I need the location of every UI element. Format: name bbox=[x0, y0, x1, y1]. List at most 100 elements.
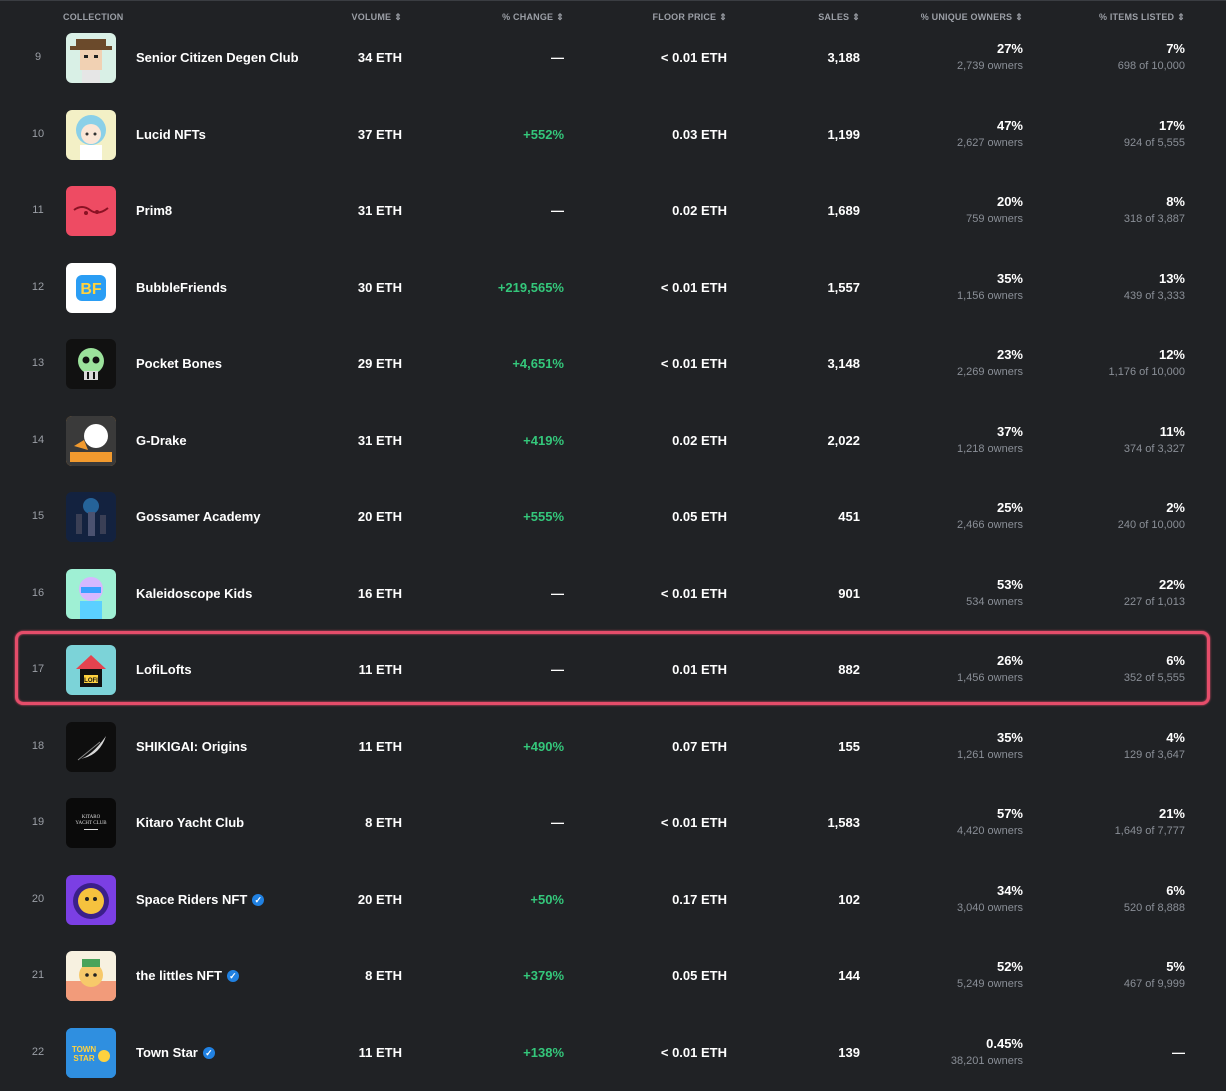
collection-name-text: Pocket Bones bbox=[136, 356, 222, 371]
collection-name[interactable]: Prim8 bbox=[136, 203, 172, 218]
table-row[interactable]: 15 Gossamer Academy 20 ETH +555% 0.05 ET… bbox=[0, 479, 1226, 555]
table-row[interactable]: 13 Pocket Bones 29 ETH +4,651% < 0.01 ET… bbox=[0, 326, 1226, 402]
change-value: +555% bbox=[523, 509, 564, 524]
items-listed-pct: 12% bbox=[1158, 347, 1185, 362]
collection-name[interactable]: Kitaro Yacht Club bbox=[136, 815, 244, 830]
items-listed-pct: 7% bbox=[1166, 41, 1185, 56]
sales-value: 144 bbox=[838, 968, 860, 983]
items-listed-pct: 6% bbox=[1166, 882, 1185, 898]
unique-owners-count: 2,739 owners bbox=[956, 60, 1023, 72]
change-value: +490% bbox=[523, 738, 564, 754]
old-cowboy-avatar[interactable] bbox=[66, 33, 116, 83]
unique-owners-pct: 35% bbox=[996, 270, 1023, 286]
littles-avatar[interactable] bbox=[66, 951, 116, 1001]
table-row[interactable]: 10 Lucid NFTs 37 ETH +552% 0.03 ETH 1,19… bbox=[0, 97, 1226, 173]
feather-icon[interactable] bbox=[66, 721, 116, 772]
items-listed-pct: 4% bbox=[1166, 729, 1185, 745]
unique-owners-count: 2,269 owners bbox=[956, 366, 1023, 378]
unique-owners-count: 38,201 owners bbox=[950, 1054, 1023, 1067]
collection-name[interactable]: the littles NFT ✓ bbox=[136, 968, 239, 983]
change-value: — bbox=[551, 815, 564, 830]
unique-owners-pct: 34% bbox=[996, 882, 1023, 898]
table-row[interactable]: 16 Kaleidoscope Kids 16 ETH — < 0.01 ETH… bbox=[0, 556, 1226, 632]
floor-price-value: < 0.01 ETH bbox=[660, 1044, 727, 1060]
collection-name[interactable]: Space Riders NFT ✓ bbox=[136, 892, 265, 907]
unique-owners-pct: 23% bbox=[996, 347, 1023, 362]
prim8-logo[interactable] bbox=[66, 186, 116, 236]
verified-badge-icon: ✓ bbox=[252, 893, 265, 906]
floor-price-value: 0.17 ETH bbox=[672, 891, 727, 907]
sales-value: 1,689 bbox=[827, 203, 860, 218]
volume-value: 20 ETH bbox=[357, 891, 402, 907]
collection-name[interactable]: Town Star ✓ bbox=[136, 1045, 215, 1060]
items-listed-of: 439 of 3,333 bbox=[1123, 289, 1185, 302]
floor-price-value: 0.02 ETH bbox=[672, 432, 727, 448]
collection-name[interactable]: Senior Citizen Degen Club bbox=[136, 50, 299, 65]
unique-owners-count: 759 owners bbox=[966, 213, 1023, 225]
table-row[interactable]: 11 Prim8 31 ETH — 0.02 ETH 1,689 20% 759… bbox=[0, 173, 1226, 249]
town-star-logo[interactable]: TOWN STAR bbox=[66, 1027, 116, 1078]
table-row[interactable]: 21 the littles NFT ✓ 8 ETH +379% 0.05 ETH… bbox=[0, 938, 1226, 1014]
volume-value: 11 ETH bbox=[358, 1044, 402, 1060]
floor-price-value: < 0.01 ETH bbox=[660, 585, 727, 601]
collection-name[interactable]: Kaleidoscope Kids bbox=[136, 586, 252, 601]
table-row[interactable]: 19 KITARO YACHT CLUB Kitaro Yacht Club 8 … bbox=[0, 785, 1226, 861]
kitaro-logo[interactable]: KITARO YACHT CLUB bbox=[66, 798, 116, 848]
items-listed-of: 129 of 3,647 bbox=[1123, 748, 1185, 761]
sales-value: 155 bbox=[838, 738, 860, 754]
volume-value: 16 ETH bbox=[357, 585, 402, 601]
anime-avatar[interactable] bbox=[66, 109, 116, 160]
table-row[interactable]: 22 TOWN STAR Town Star ✓ 11 ETH +138% < 0.… bbox=[0, 1015, 1226, 1091]
change-value: — bbox=[551, 203, 564, 218]
sales-value: 1,583 bbox=[827, 815, 860, 830]
kid-avatar[interactable] bbox=[66, 568, 116, 619]
items-listed-pct: — bbox=[1172, 1044, 1185, 1060]
table-row[interactable]: 9 Senior Citizen Degen Club 34 ETH — < 0… bbox=[0, 20, 1226, 96]
table-row[interactable]: 20 Space Riders NFT ✓ 20 ETH +50% 0.17 ET… bbox=[0, 862, 1226, 938]
floor-price-value: 0.03 ETH bbox=[672, 126, 727, 142]
table-row[interactable]: 14 G-Drake 31 ETH +419% 0.02 ETH 2,022 3… bbox=[0, 403, 1226, 479]
collection-name-text: Senior Citizen Degen Club bbox=[136, 50, 299, 65]
floor-price-value: < 0.01 ETH bbox=[660, 279, 727, 295]
bf-logo[interactable]: BF bbox=[66, 262, 116, 313]
volume-value: 11 ETH bbox=[358, 738, 402, 754]
collection-name-text: Kaleidoscope Kids bbox=[136, 585, 253, 601]
group-scene-icon[interactable] bbox=[66, 492, 116, 542]
items-listed-of: 1,176 of 10,000 bbox=[1108, 366, 1185, 378]
sales-value: 2,022 bbox=[827, 432, 860, 448]
space-rider-avatar[interactable] bbox=[66, 874, 116, 925]
unique-owners-count: 2,627 owners bbox=[956, 136, 1023, 149]
sales-value: 139 bbox=[838, 1044, 860, 1060]
unique-owners-count: 2,466 owners bbox=[956, 519, 1023, 531]
dragon-icon[interactable] bbox=[66, 415, 116, 466]
skull-icon[interactable] bbox=[66, 339, 116, 389]
items-listed-of: 698 of 10,000 bbox=[1117, 60, 1185, 72]
volume-value: 30 ETH bbox=[357, 279, 402, 295]
unique-owners-pct: 52% bbox=[996, 959, 1023, 974]
change-value: +50% bbox=[530, 891, 564, 907]
collection-name[interactable]: Pocket Bones bbox=[136, 356, 222, 371]
change-value: +138% bbox=[523, 1044, 564, 1060]
collection-name[interactable]: Lucid NFTs bbox=[136, 127, 206, 142]
collection-name[interactable]: G-Drake bbox=[136, 433, 187, 448]
collection-name[interactable]: Gossamer Academy bbox=[136, 509, 261, 524]
collection-name[interactable]: BubbleFriends bbox=[136, 280, 227, 295]
volume-value: 20 ETH bbox=[357, 509, 402, 524]
table-row[interactable]: 18 SHIKIGAI: Origins 11 ETH +490% 0.07 E… bbox=[0, 709, 1226, 785]
collection-name[interactable]: SHIKIGAI: Origins bbox=[136, 739, 247, 754]
volume-value: 31 ETH bbox=[357, 203, 402, 218]
collection-name-text: SHIKIGAI: Origins bbox=[136, 738, 248, 754]
table-row[interactable]: 12 BF BubbleFriends 30 ETH +219,565% < 0… bbox=[0, 250, 1226, 326]
floor-price-value: < 0.01 ETH bbox=[660, 815, 727, 830]
unique-owners-count: 4,420 owners bbox=[956, 825, 1023, 837]
unique-owners-count: 3,040 owners bbox=[956, 901, 1023, 914]
highlight-annotation bbox=[15, 631, 1210, 705]
floor-price-value: 0.02 ETH bbox=[672, 203, 727, 218]
floor-price-value: 0.05 ETH bbox=[672, 509, 727, 524]
volume-value: 37 ETH bbox=[357, 126, 402, 142]
rank-number: 18 bbox=[31, 739, 45, 752]
sales-value: 3,188 bbox=[827, 50, 860, 65]
sales-value: 3,148 bbox=[827, 356, 860, 371]
rank-number: 9 bbox=[34, 51, 42, 63]
items-listed-pct: 11% bbox=[1159, 423, 1185, 439]
